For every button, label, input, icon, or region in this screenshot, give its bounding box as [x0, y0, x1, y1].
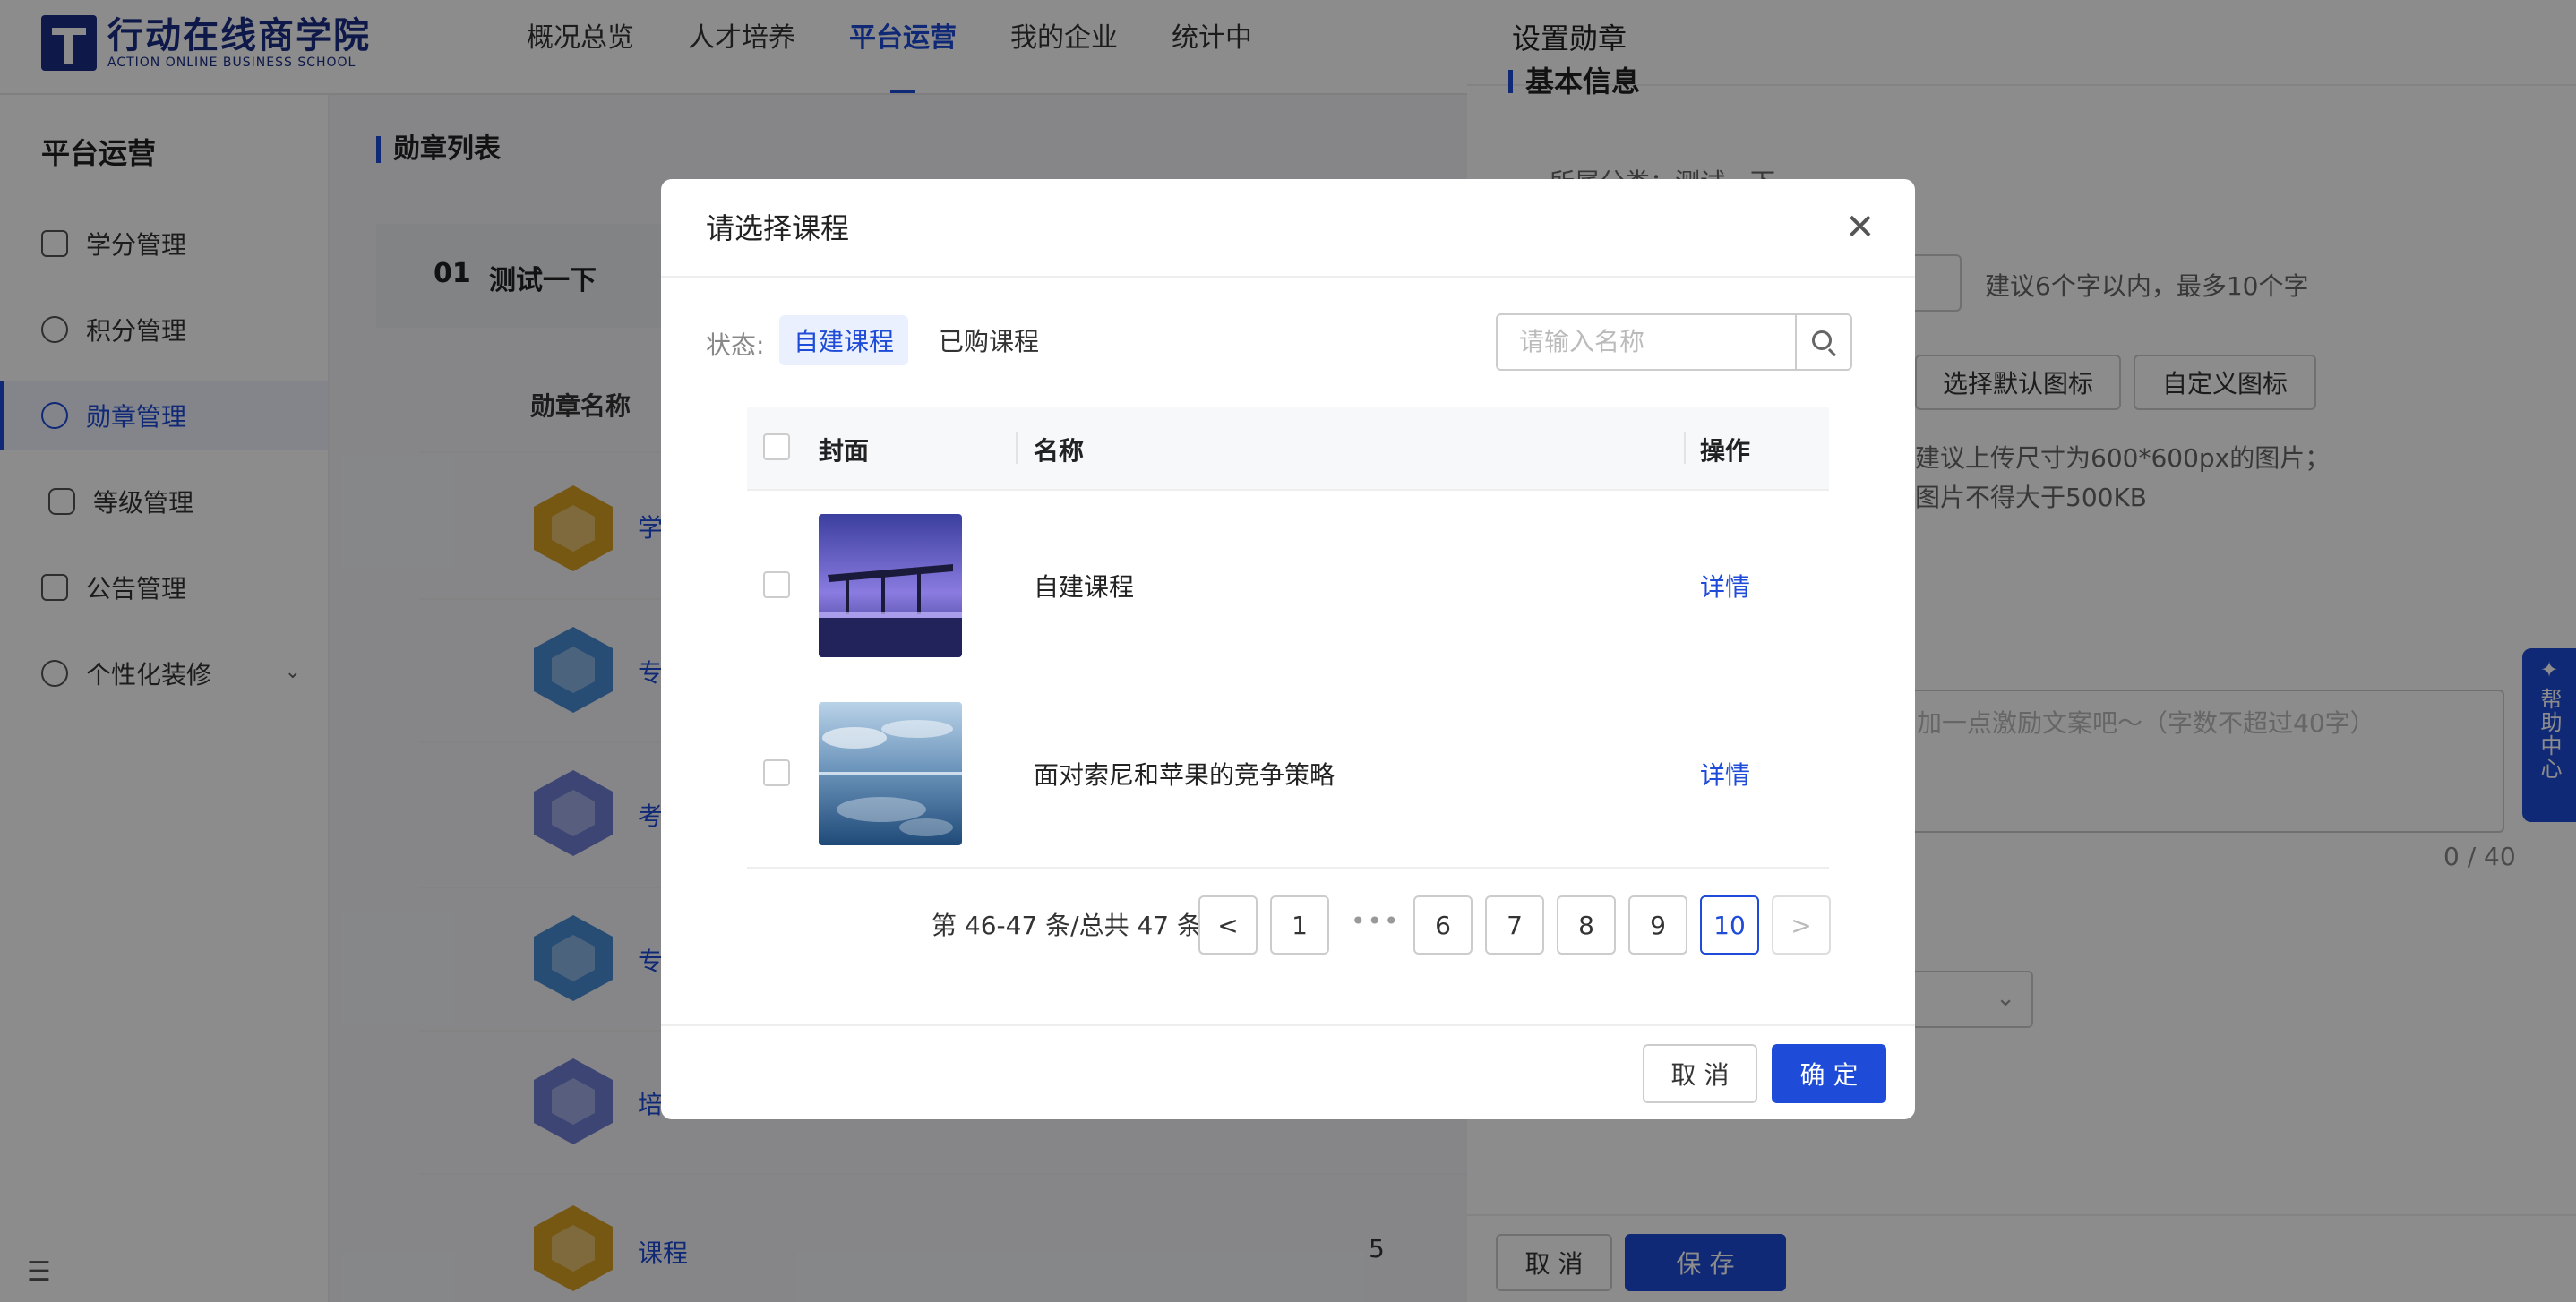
- search-icon: [1812, 330, 1832, 350]
- divider: [1684, 432, 1686, 464]
- table-row: 自建课程 详情: [747, 491, 1829, 681]
- column-name: 名称: [1034, 436, 1085, 466]
- search-button[interactable]: [1795, 313, 1852, 371]
- select-all-checkbox[interactable]: [763, 433, 790, 460]
- tab-purchased-courses[interactable]: 已购课程: [924, 315, 1053, 365]
- page-button-1[interactable]: 1: [1270, 895, 1329, 955]
- course-name: 面对索尼和苹果的竞争策略: [1034, 760, 1335, 790]
- row-checkbox[interactable]: [763, 759, 790, 786]
- table-header: 封面 名称 操作: [747, 407, 1829, 491]
- page-button-6[interactable]: 6: [1413, 895, 1473, 955]
- page-button-7[interactable]: 7: [1485, 895, 1544, 955]
- table-row: 面对索尼和苹果的竞争策略 详情: [747, 679, 1829, 869]
- modal-confirm-button[interactable]: 确 定: [1772, 1044, 1886, 1103]
- column-operation: 操作: [1700, 436, 1751, 466]
- page-button-8[interactable]: 8: [1557, 895, 1616, 955]
- row-checkbox[interactable]: [763, 571, 790, 598]
- tab-self-built-courses[interactable]: 自建课程: [779, 315, 909, 365]
- select-course-modal: 请选择课程 ✕ 状态: 自建课程 已购课程 请输入名称 封面 名称 操作 自建课…: [661, 179, 1915, 1119]
- search-input[interactable]: 请输入名称: [1496, 313, 1797, 371]
- column-cover: 封面: [819, 436, 870, 466]
- course-detail-link[interactable]: 详情: [1700, 568, 1750, 604]
- course-detail-link[interactable]: 详情: [1700, 756, 1750, 792]
- next-page-button[interactable]: >: [1772, 895, 1831, 955]
- divider: [661, 276, 1915, 278]
- divider: [661, 1024, 1915, 1026]
- course-cover-image: [819, 514, 962, 657]
- modal-cancel-button[interactable]: 取 消: [1643, 1044, 1757, 1103]
- course-name: 自建课程: [1034, 572, 1135, 602]
- status-label: 状态:: [706, 330, 765, 360]
- close-icon[interactable]: ✕: [1845, 210, 1876, 245]
- divider: [1016, 432, 1018, 464]
- prev-page-button[interactable]: <: [1198, 895, 1258, 955]
- modal-title: 请选择课程: [706, 211, 850, 245]
- pagination-ellipsis[interactable]: •••: [1351, 906, 1401, 936]
- page-button-10[interactable]: 10: [1700, 895, 1759, 955]
- pagination-info: 第 46-47 条/总共 47 条: [932, 911, 1203, 940]
- course-cover-image: [819, 702, 962, 845]
- page-button-9[interactable]: 9: [1628, 895, 1687, 955]
